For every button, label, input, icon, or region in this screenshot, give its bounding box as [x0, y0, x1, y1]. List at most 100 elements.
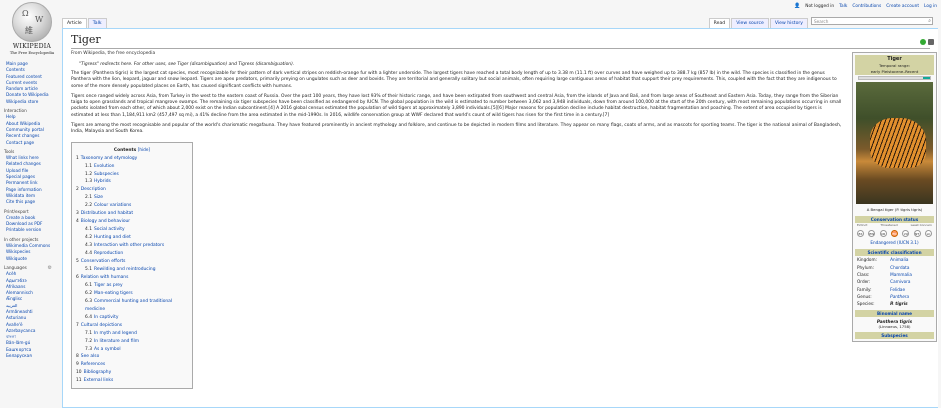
iucn-badge[interactable]: NT — [913, 230, 921, 237]
toc-item[interactable]: 6.4 In captivity — [76, 314, 188, 322]
toc-item[interactable]: 8 See also — [76, 353, 188, 361]
taxon-value[interactable]: Felidae — [888, 286, 934, 293]
toc-item[interactable]: 4.3 Interaction with other predators — [76, 242, 188, 250]
lock-icon[interactable] — [928, 39, 934, 45]
iucn-badge[interactable]: EX — [857, 230, 864, 237]
create-account-link[interactable]: Create account — [886, 4, 919, 9]
sidebar-item[interactable]: Wikiquote — [4, 256, 60, 262]
toc-item[interactable]: 2.1 Size — [76, 194, 188, 202]
toc-label[interactable]: Relation with humans — [81, 275, 129, 280]
toc-label[interactable]: Social activity — [94, 227, 125, 232]
taxon-value[interactable]: Animalia — [888, 256, 934, 263]
toc-item[interactable]: 6.2 Man-eating tigers — [76, 290, 188, 298]
logo-tagline: The Free Encyclopedia — [9, 50, 55, 55]
sidebar-item[interactable]: Cite this page — [4, 199, 60, 205]
iucn-badge[interactable]: VU — [902, 230, 910, 237]
wikipedia-logo[interactable]: ΩW維 WIKIPEDIA The Free Encyclopedia — [4, 2, 60, 58]
toc-item[interactable]: 3 Distribution and habitat — [76, 210, 188, 218]
iucn-badge[interactable]: CR — [879, 230, 887, 237]
contributions-link[interactable]: Contributions — [852, 4, 881, 9]
toc-label[interactable]: Interaction with other predators — [94, 243, 164, 248]
toc-item[interactable]: 7.1 In myth and legend — [76, 330, 188, 338]
toc-label[interactable]: As a symbol — [94, 347, 121, 352]
toc-label[interactable]: Description — [81, 187, 106, 192]
toc-label[interactable]: Tiger as prey — [94, 283, 123, 288]
toc-label[interactable]: Distribution and habitat — [81, 211, 133, 216]
toc-item[interactable]: 6.3 Commercial hunting and traditional me… — [76, 298, 188, 314]
toc-item[interactable]: 5.1 Rewilding and reintroducing — [76, 266, 188, 274]
conservation-status-heading[interactable]: Conservation status — [855, 216, 934, 223]
toc-label[interactable]: Bibliography — [84, 370, 112, 375]
toc-item[interactable]: 4 Biology and behaviour — [76, 218, 188, 226]
toc-label[interactable]: Size — [94, 195, 103, 200]
toc-item[interactable]: 1.3 Hybrids — [76, 178, 188, 186]
toc-item[interactable]: 2.2 Colour variations — [76, 202, 188, 210]
toc-label[interactable]: Cultural depictions — [81, 323, 122, 328]
taxon-value[interactable]: Carnivora — [888, 278, 934, 285]
tab-view-source[interactable]: View source — [731, 18, 769, 28]
good-article-icon[interactable] — [920, 39, 926, 45]
toc-item[interactable]: 1.1 Evolution — [76, 163, 188, 171]
toc-label[interactable]: In captivity — [94, 315, 118, 320]
iucn-badge[interactable]: EN — [890, 230, 898, 237]
toc-label[interactable]: Conservation efforts — [81, 259, 126, 264]
sidebar-item[interactable]: Contact page — [4, 140, 60, 146]
search-icon[interactable]: ⌕ — [928, 18, 931, 25]
iucn-badge[interactable]: EW — [868, 230, 876, 237]
binomial-name-heading[interactable]: Binomial name — [855, 309, 934, 317]
taxon-value[interactable]: Panthera — [888, 293, 934, 300]
toc-item[interactable]: 2 Description — [76, 186, 188, 194]
toc-item[interactable]: 7 Cultural depictions — [76, 322, 188, 330]
toc-label[interactable]: Commercial hunting and traditional medic… — [85, 299, 172, 312]
tab-talk[interactable]: Talk — [87, 18, 107, 28]
toc-item[interactable]: 5 Conservation efforts — [76, 258, 188, 266]
tab-read[interactable]: Read — [708, 18, 731, 28]
toc-hide-toggle[interactable]: [hide] — [138, 147, 150, 152]
sidebar-item[interactable]: Wikipedia store — [4, 99, 60, 105]
toc-item[interactable]: 1 Taxonomy and etymology — [76, 155, 188, 163]
toc-item[interactable]: 7.3 As a symbol — [76, 346, 188, 354]
tab-view-history[interactable]: View history — [769, 18, 808, 28]
tab-article[interactable]: Article — [62, 18, 87, 28]
toc-label[interactable]: References — [81, 362, 105, 367]
toc-label[interactable]: Reproduction — [94, 251, 123, 256]
toc-item[interactable]: 11 External links — [76, 377, 188, 385]
toc-label[interactable]: External links — [84, 378, 114, 383]
toc-label[interactable]: Taxonomy and etymology — [81, 156, 137, 161]
toc-item[interactable]: 6 Relation with humans — [76, 274, 188, 282]
toc-label[interactable]: Hybrids — [94, 179, 111, 184]
search-input[interactable]: Search ⌕ — [811, 17, 933, 25]
toc-item[interactable]: 4.4 Reproduction — [76, 250, 188, 258]
toc-label[interactable]: Hunting and diet — [94, 235, 131, 240]
sidebar-item[interactable]: Printable version — [4, 227, 60, 233]
personal-tools: 👤 Not logged in Talk Contributions Creat… — [794, 3, 937, 9]
toc-label[interactable]: Man-eating tigers — [94, 291, 133, 296]
toc-item[interactable]: 4.2 Hunting and diet — [76, 234, 188, 242]
toc-item[interactable]: 6.1 Tiger as prey — [76, 282, 188, 290]
subspecies-heading[interactable]: Subspecies — [855, 331, 934, 339]
scientific-classification-heading[interactable]: Scientific classification — [855, 249, 934, 256]
tiger-photo[interactable] — [856, 82, 933, 204]
gear-icon[interactable]: ⚙ — [48, 265, 52, 271]
toc-item[interactable]: 4.1 Social activity — [76, 226, 188, 234]
toc-item[interactable]: 9 References — [76, 361, 188, 369]
toc-label[interactable]: In myth and legend — [94, 331, 137, 336]
iucn-badge[interactable]: LC — [924, 230, 932, 237]
toc-label[interactable]: See also — [81, 354, 99, 359]
taxon-value[interactable]: Mammalia — [888, 271, 934, 278]
log-in-link[interactable]: Log in — [924, 4, 937, 9]
toc-item[interactable]: 1.2 Subspecies — [76, 171, 188, 179]
toc-label[interactable]: Subspecies — [94, 172, 119, 177]
toc-label[interactable]: Colour variations — [94, 203, 131, 208]
toc-label[interactable]: Evolution — [94, 164, 114, 169]
language-link[interactable]: Беларуская — [4, 353, 60, 359]
toc-label[interactable]: Biology and behaviour — [81, 219, 130, 224]
toc-label[interactable]: In literature and film — [94, 339, 139, 344]
taxon-value[interactable]: Chordata — [888, 263, 934, 270]
conservation-status[interactable]: Endangered (IUCN 3.1) — [855, 238, 934, 247]
toc-label[interactable]: Rewilding and reintroducing — [94, 267, 156, 272]
toc-number: 2.1 — [85, 195, 92, 201]
toc-item[interactable]: 7.2 In literature and film — [76, 338, 188, 346]
talk-link[interactable]: Talk — [839, 4, 847, 9]
toc-item[interactable]: 10 Bibliography — [76, 369, 188, 377]
